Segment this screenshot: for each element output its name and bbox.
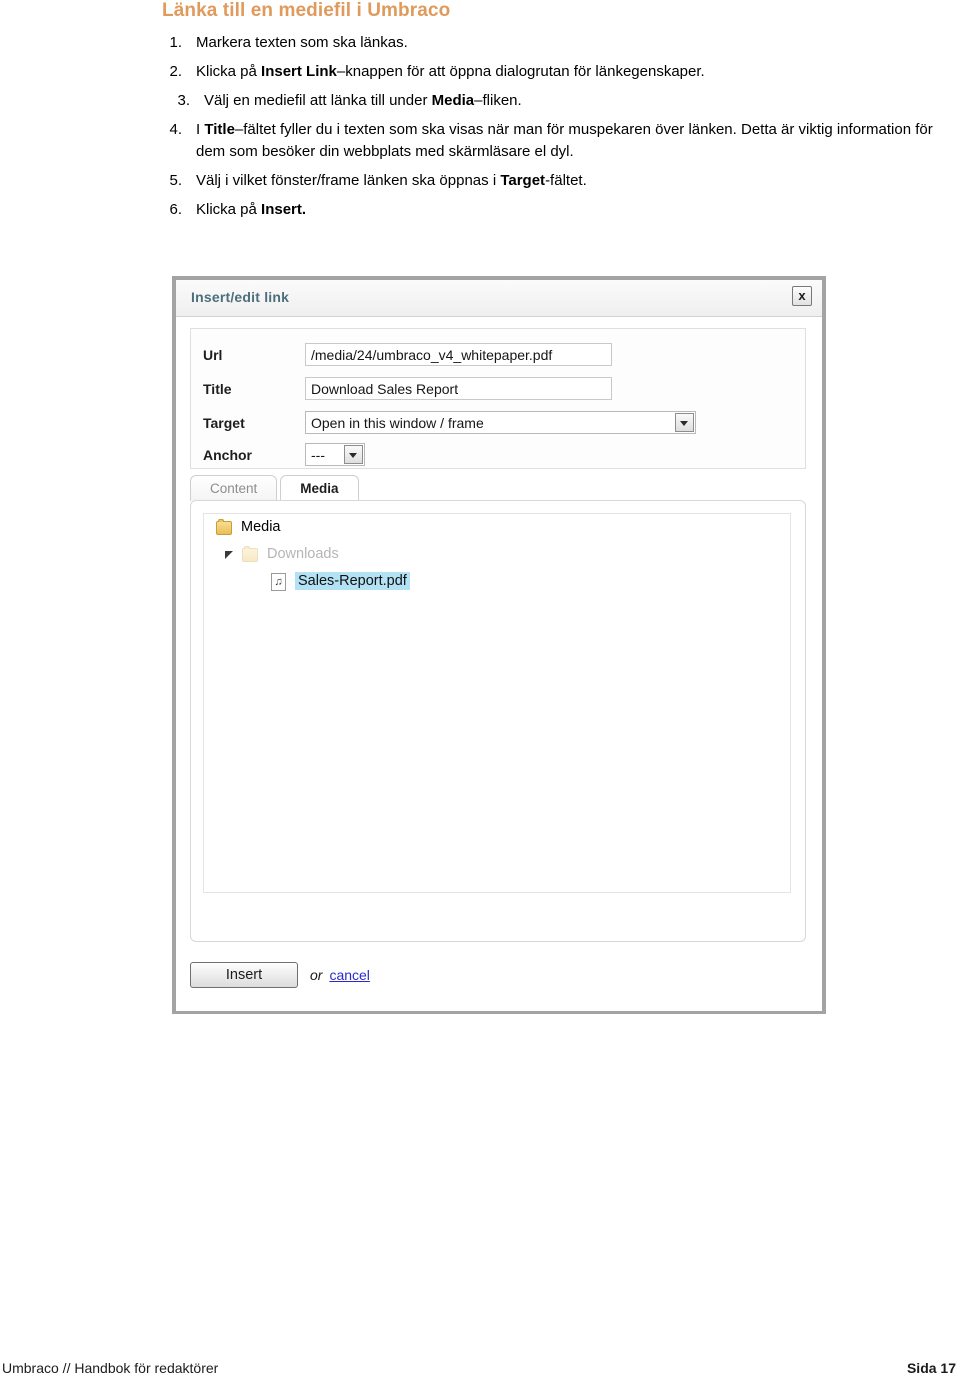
cancel-link[interactable]: cancel — [329, 967, 369, 983]
list-item: 4. I Title–fältet fyller du i texten som… — [162, 119, 942, 163]
dialog-tabs: Content Media — [190, 475, 359, 501]
anchor-label: Anchor — [203, 447, 252, 463]
target-label: Target — [203, 415, 245, 431]
tree-node-label: Media — [241, 519, 281, 535]
footer-page-number: Sida 17 — [906, 1360, 956, 1376]
footer-left-text: Umbraco // Handbok för redaktörer — [2, 1360, 219, 1376]
list-item-text: Klicka på Insert. — [196, 199, 942, 221]
step-text-bold: Title — [204, 121, 235, 138]
list-item: 2. Klicka på Insert Link–knappen för att… — [162, 61, 942, 83]
step-text-bold: Insert. — [261, 201, 307, 218]
list-item-text: Välj i vilket fönster/frame länken ska ö… — [196, 170, 942, 192]
title-input[interactable]: Download Sales Report — [305, 377, 612, 400]
file-icon: ♫ — [271, 572, 286, 591]
step-text-pre: Välj i vilket fönster/frame länken ska ö… — [196, 172, 501, 189]
list-item-text: Markera texten som ska länkas. — [196, 32, 942, 54]
url-label: Url — [203, 347, 223, 363]
dialog-title: Insert/edit link — [191, 289, 290, 305]
step-text-bold: Insert Link — [261, 63, 337, 80]
dialog-body: Url /media/24/umbraco_v4_whitepaper.pdf … — [176, 317, 822, 1011]
list-item-text: Välj en mediefil att länka till under Me… — [204, 90, 942, 112]
chevron-down-icon[interactable] — [675, 413, 694, 432]
list-item-number: 1. — [169, 34, 182, 51]
step-text-post: -fältet. — [545, 172, 587, 189]
tree-node-downloads[interactable]: Downloads — [204, 541, 790, 568]
anchor-row: Anchor --- — [191, 441, 805, 474]
list-item-text: I Title–fältet fyller du i texten som sk… — [196, 119, 942, 163]
screenshot-figure: Insert/edit link x Url /media/24/umbraco… — [163, 268, 835, 1022]
list-item: 5. Välj i vilket fönster/frame länken sk… — [162, 170, 942, 192]
page-title: Länka till en mediefil i Umbraco — [162, 0, 451, 21]
list-item-number: 6. — [169, 201, 182, 218]
media-tree: Media Downloads ♫ Sales-Report.pdf — [203, 513, 791, 893]
chevron-down-icon[interactable] — [225, 551, 233, 559]
target-select-value: Open in this window / frame — [311, 415, 484, 431]
title-label: Title — [203, 381, 232, 397]
list-item-number: 2. — [169, 63, 182, 80]
step-text-post: –fliken. — [474, 92, 522, 109]
title-row: Title Download Sales Report — [191, 375, 805, 408]
tab-media[interactable]: Media — [280, 475, 359, 501]
target-select[interactable]: Open in this window / frame — [305, 411, 696, 434]
step-text-post: –fältet fyller du i texten som ska visas… — [196, 121, 933, 160]
dialog-actions: Insert or cancel — [190, 962, 370, 988]
anchor-select-value: --- — [311, 447, 325, 463]
step-text-post: –knappen för att öppna dialogrutan för l… — [336, 63, 705, 80]
close-icon[interactable]: x — [792, 286, 812, 306]
list-item-text: Klicka på Insert Link–knappen för att öp… — [196, 61, 942, 83]
folder-icon — [216, 518, 232, 535]
chevron-down-icon[interactable] — [344, 445, 363, 464]
url-input[interactable]: /media/24/umbraco_v4_whitepaper.pdf — [305, 343, 612, 366]
folder-icon — [242, 545, 258, 562]
tree-node-label: Sales-Report.pdf — [295, 572, 410, 590]
insert-edit-link-dialog: Insert/edit link x Url /media/24/umbraco… — [172, 276, 826, 1014]
step-text-pre: Markera texten som ska länkas. — [196, 34, 408, 51]
insert-button[interactable]: Insert — [190, 962, 298, 988]
step-text-bold: Media — [431, 92, 475, 109]
step-text-pre: Välj en mediefil att länka till under — [204, 92, 432, 109]
list-item-number: 5. — [169, 172, 182, 189]
tree-node-media[interactable]: Media — [204, 514, 790, 541]
anchor-select[interactable]: --- — [305, 443, 365, 466]
list-item: 1. Markera texten som ska länkas. — [162, 32, 942, 54]
target-row: Target Open in this window / frame — [191, 409, 805, 442]
link-properties-panel: Url /media/24/umbraco_v4_whitepaper.pdf … — [190, 328, 806, 469]
step-text-bold: Target — [500, 172, 546, 189]
page-footer: Umbraco // Handbok för redaktörer Sida 1… — [0, 1360, 960, 1384]
instruction-list: 1. Markera texten som ska länkas. 2. Kli… — [162, 32, 942, 228]
list-item: 3. Välj en mediefil att länka till under… — [162, 90, 942, 112]
media-tree-panel: Media Downloads ♫ Sales-Report.pdf — [190, 500, 806, 942]
or-label: or — [310, 967, 323, 983]
tree-node-sales-report[interactable]: ♫ Sales-Report.pdf — [204, 568, 790, 595]
step-text-pre: Klicka på — [196, 201, 262, 218]
list-item: 6. Klicka på Insert. — [162, 199, 942, 221]
tree-node-label: Downloads — [267, 546, 339, 562]
dialog-titlebar: Insert/edit link x — [176, 280, 822, 317]
list-item-number: 3. — [177, 92, 190, 109]
step-text-pre: Klicka på — [196, 63, 262, 80]
list-item-number: 4. — [169, 121, 182, 138]
tab-content[interactable]: Content — [190, 475, 278, 501]
url-row: Url /media/24/umbraco_v4_whitepaper.pdf — [191, 341, 805, 374]
